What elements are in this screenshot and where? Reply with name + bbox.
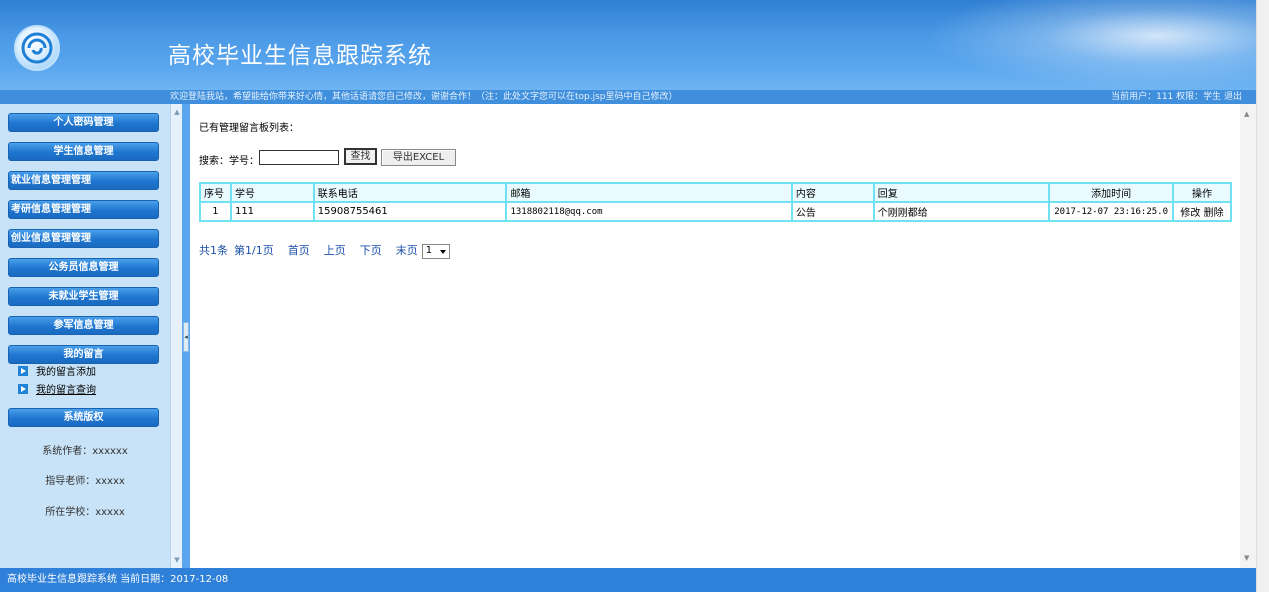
- cell-time: 2017-12-07 23:16:25.0: [1048, 201, 1175, 222]
- delete-link[interactable]: 删除: [1204, 208, 1224, 219]
- scroll-down-icon[interactable]: ▼: [1244, 554, 1249, 562]
- scroll-up-icon[interactable]: ▲: [1244, 110, 1249, 118]
- export-excel-button[interactable]: 导出EXCEL: [381, 149, 456, 166]
- last-page-link[interactable]: 末页: [396, 244, 418, 257]
- collapse-handle-icon[interactable]: ◂: [183, 322, 189, 352]
- sub-item-label: 我的留言查询: [36, 385, 96, 396]
- table-row: 1 111 15908755461 1318802118@qq.com 公告 个…: [199, 201, 1232, 222]
- menu-student-info[interactable]: 学生信息管理: [8, 142, 159, 161]
- cell-content: 公告: [790, 201, 875, 222]
- menu-military[interactable]: 参军信息管理: [8, 316, 159, 335]
- author-info: 系统作者：xxxxxx: [42, 446, 128, 457]
- app-title: 高校毕业生信息跟踪系统: [168, 43, 432, 69]
- logo-icon: [14, 25, 60, 71]
- cell-student-no: 111: [229, 201, 315, 222]
- page-scrollbar[interactable]: [1256, 0, 1269, 592]
- current-user-info[interactable]: 当前用户：111 权限：学生 退出: [1111, 90, 1242, 104]
- next-page-link[interactable]: 下页: [360, 244, 382, 257]
- app-header: 高校毕业生信息跟踪系统: [0, 0, 1256, 90]
- scroll-up-icon[interactable]: ▲: [173, 108, 181, 116]
- welcome-message: 欢迎登陆我站，希望能给你带来好心情，其他话语请您自己修改，谢谢合作！（注：此处文…: [170, 92, 678, 102]
- sidebar-item-query-message[interactable]: 我的留言查询: [18, 384, 96, 398]
- main-content: 已有管理留言板列表： 搜索：学号： 查找 导出EXCEL 序号 学号 联系电话 …: [190, 104, 1240, 568]
- menu-unemployed[interactable]: 未就业学生管理: [8, 287, 159, 306]
- col-header-action: 操作: [1172, 182, 1232, 203]
- welcome-bar: 欢迎登陆我站，希望能给你带来好心情，其他话语请您自己修改，谢谢合作！（注：此处文…: [0, 90, 1256, 104]
- sidebar: 个人密码管理 学生信息管理 就业信息管理管理 考研信息管理管理 创业信息管理管理…: [0, 104, 170, 568]
- col-header-content: 内容: [790, 182, 875, 203]
- teacher-info: 指导老师：xxxxx: [45, 476, 125, 487]
- find-button[interactable]: 查找: [344, 148, 377, 165]
- col-header-email: 邮箱: [505, 182, 793, 203]
- cell-actions: 修改 删除: [1172, 201, 1232, 222]
- page-title: 已有管理留言板列表：: [199, 123, 299, 134]
- header-decoration: [926, 0, 1256, 90]
- table-header-row: 序号 学号 联系电话 邮箱 内容 回复 添加时间 操作: [199, 182, 1232, 203]
- sidebar-scrollbar[interactable]: ▲ ▼: [170, 104, 182, 568]
- col-header-student-no: 学号: [229, 182, 315, 203]
- sidebar-item-add-message[interactable]: 我的留言添加: [18, 366, 96, 380]
- play-arrow-icon: [18, 366, 28, 376]
- page-indicator: 第1/1页: [234, 244, 274, 257]
- edit-link[interactable]: 修改: [1180, 208, 1200, 219]
- col-header-time: 添加时间: [1048, 182, 1175, 203]
- menu-employment[interactable]: 就业信息管理管理: [8, 171, 159, 190]
- content-scrollbar[interactable]: ▲ ▼: [1240, 104, 1256, 568]
- play-arrow-icon: [18, 384, 28, 394]
- menu-my-messages[interactable]: 我的留言: [8, 345, 159, 364]
- search-label: 搜索：学号：: [199, 156, 259, 167]
- frame-splitter[interactable]: ◂: [182, 104, 190, 568]
- pagination: 共1条 第1/1页 首页 上页 下页 末页 1: [199, 242, 450, 259]
- page-select[interactable]: 1: [421, 244, 450, 259]
- total-count: 共1条: [199, 244, 228, 257]
- scroll-down-icon[interactable]: ▼: [173, 556, 181, 564]
- cell-phone: 15908755461: [312, 201, 508, 222]
- prev-page-link[interactable]: 上页: [324, 244, 346, 257]
- menu-civil-servant[interactable]: 公务员信息管理: [8, 258, 159, 277]
- student-no-input[interactable]: [259, 150, 339, 165]
- menu-password[interactable]: 个人密码管理: [8, 113, 159, 132]
- menu-startup[interactable]: 创业信息管理管理: [8, 229, 159, 248]
- status-footer: 高校毕业生信息跟踪系统 当前日期：2017-12-08: [0, 568, 1256, 592]
- col-header-phone: 联系电话: [312, 182, 508, 203]
- cell-reply: 个刚刚都给: [872, 201, 1051, 222]
- cell-email: 1318802118@qq.com: [505, 201, 793, 222]
- cell-index: 1: [199, 201, 232, 222]
- sub-item-label: 我的留言添加: [36, 367, 96, 378]
- menu-graduate-exam[interactable]: 考研信息管理管理: [8, 200, 159, 219]
- message-table: 序号 学号 联系电话 邮箱 内容 回复 添加时间 操作 1 111 159087…: [199, 182, 1232, 222]
- col-header-reply: 回复: [872, 182, 1051, 203]
- first-page-link[interactable]: 首页: [288, 244, 310, 257]
- menu-copyright[interactable]: 系统版权: [8, 408, 159, 427]
- school-info: 所在学校：xxxxx: [45, 507, 125, 518]
- col-header-index: 序号: [199, 182, 232, 203]
